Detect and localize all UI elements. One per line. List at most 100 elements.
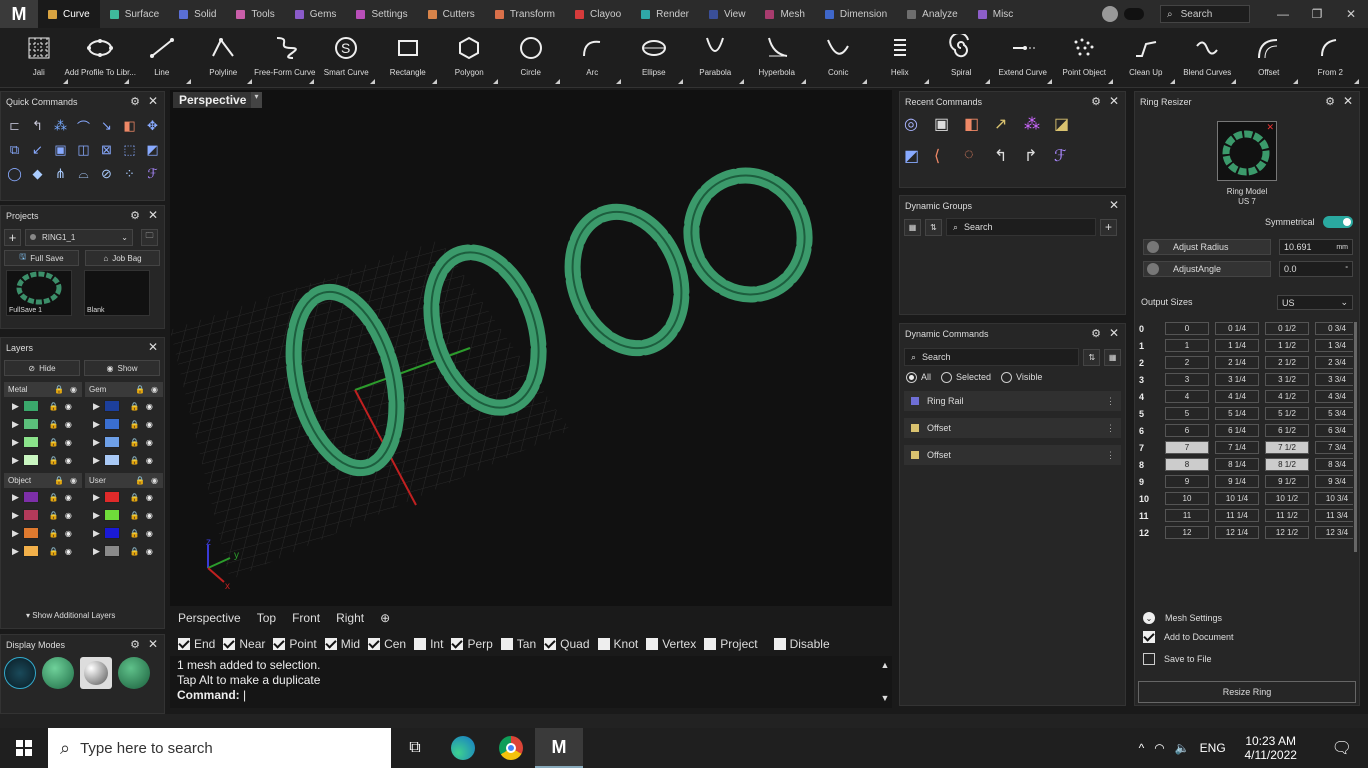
size-cell[interactable]: 11 3/4 [1315, 509, 1353, 522]
play-icon[interactable]: ▶ [12, 401, 19, 412]
more-icon[interactable]: ⋮ [1106, 450, 1115, 461]
user-avatar[interactable] [1102, 6, 1118, 22]
layer-row[interactable]: ▶ 🔒 ◉ [85, 397, 163, 415]
size-cell[interactable]: 0 [1165, 322, 1209, 335]
status-toggle[interactable] [1124, 8, 1144, 20]
dropdown-corner-icon[interactable] [1231, 79, 1236, 84]
resize-ring-button[interactable]: Resize Ring [1138, 681, 1356, 703]
size-cell[interactable]: 0 1/2 [1265, 322, 1309, 335]
layer-row[interactable]: ▶ 🔒 ◉ [85, 415, 163, 433]
snap-knot[interactable]: Knot [597, 637, 638, 651]
size-cell[interactable]: 9 [1165, 475, 1209, 488]
chevron-up-icon[interactable]: ▲ [881, 658, 890, 673]
dropdown-corner-icon[interactable] [1354, 79, 1359, 84]
sort-icon[interactable]: ⇅ [925, 218, 942, 236]
gear-icon[interactable]: ⚙ [1091, 95, 1101, 108]
dropdown-corner-icon[interactable] [1292, 79, 1298, 84]
eye-icon[interactable]: ◉ [146, 547, 153, 556]
volume-icon[interactable]: 🔈 [1175, 741, 1190, 755]
full-save-button[interactable]: 🖫 Full Save [4, 250, 79, 266]
chevron-down-icon[interactable]: ▾ [251, 92, 262, 108]
viewport-tab-top[interactable]: Top [249, 611, 284, 625]
mirror-cmd-icon[interactable]: ◧ [118, 114, 141, 138]
play-icon[interactable]: ▶ [12, 510, 19, 521]
chevron-up-icon[interactable]: ^ [1139, 741, 1145, 755]
curve-cmd-icon[interactable]: ↘ [95, 114, 118, 138]
size-cell[interactable]: 8 3/4 [1315, 458, 1353, 471]
clock[interactable]: 10:23 AM 4/11/2022 [1236, 734, 1306, 762]
layer-color-swatch[interactable] [103, 418, 120, 430]
eye-icon[interactable]: ◉ [65, 402, 72, 411]
sort-icon[interactable]: ⇅ [1083, 348, 1101, 366]
layer-group-header[interactable]: User 🔒 ◉ [85, 473, 163, 488]
radius-field[interactable]: 10.691 mm [1279, 239, 1353, 255]
ring-model-thumbnail[interactable]: ✕ [1217, 121, 1277, 181]
tool-parabola[interactable]: Parabola [685, 28, 747, 88]
size-cell[interactable]: 5 1/2 [1265, 407, 1309, 420]
tab-analyze[interactable]: Analyze [897, 0, 968, 28]
dropdown-corner-icon[interactable] [308, 79, 314, 84]
layer-color-swatch[interactable] [22, 454, 39, 466]
dropdown-corner-icon[interactable] [247, 79, 252, 84]
shaded-mode-icon[interactable] [42, 657, 74, 689]
lock-icon[interactable]: 🔒 [49, 547, 59, 556]
tool-helix[interactable]: Helix [869, 28, 931, 88]
layer-group-header[interactable]: Metal 🔒 ◉ [4, 382, 82, 397]
tab-solid[interactable]: Solid [169, 0, 226, 28]
size-cell[interactable]: 4 1/2 [1265, 390, 1309, 403]
tab-dimension[interactable]: Dimension [815, 0, 897, 28]
task-view-icon[interactable]: ⧉ [391, 739, 439, 757]
dynamic-command-item[interactable]: Offset ⋮ [904, 445, 1121, 466]
layer-color-swatch[interactable] [103, 545, 120, 557]
gear-icon[interactable]: ⚙ [130, 95, 140, 108]
size-cell[interactable]: 1 1/4 [1215, 339, 1259, 352]
eye-icon[interactable]: ◉ [146, 493, 153, 502]
size-grid-scroll[interactable]: 000 1/4 0 1/2 0 3/4 1 1 1 1/4 1 1/2 1 3/4 2 2 2 1/… [1135, 322, 1353, 606]
tab-gems[interactable]: Gems [285, 0, 347, 28]
rendered-mode-icon[interactable] [80, 657, 112, 689]
curve-icon[interactable]: ↗ [994, 114, 1024, 146]
close-icon[interactable]: ✕ [1109, 94, 1119, 108]
size-cell[interactable]: 1 3/4 [1315, 339, 1353, 352]
tool-smart-curve[interactable]: S Smart Curve [316, 28, 378, 88]
tool-clean-up[interactable]: Clean Up [1115, 28, 1177, 88]
lock-icon[interactable]: 🔒 [49, 402, 59, 411]
tool-free-form-curve[interactable]: Free-Form Curve [254, 28, 316, 88]
snap-point[interactable]: Point [273, 637, 317, 651]
dropdown-corner-icon[interactable] [862, 79, 867, 84]
layer-row[interactable]: ▶ 🔒 ◉ [4, 506, 82, 524]
size-cell[interactable]: 3 3/4 [1315, 373, 1353, 386]
lock-icon[interactable]: 🔒 [54, 385, 64, 394]
play-icon[interactable]: ▶ [93, 546, 100, 557]
filter-visible[interactable]: Visible [1001, 372, 1042, 384]
size-cell[interactable]: 10 [1165, 492, 1209, 505]
size-cell[interactable]: 11 [1165, 509, 1209, 522]
lock-icon[interactable]: 🔒 [49, 420, 59, 429]
size-cell[interactable]: 12 [1165, 526, 1209, 539]
size-cell[interactable]: 2 [1165, 356, 1209, 369]
wifi-icon[interactable]: ◠ [1154, 741, 1164, 755]
scale-cmd-icon[interactable]: ↙ [26, 138, 49, 162]
play-icon[interactable]: ▶ [93, 510, 100, 521]
gear-icon[interactable]: ⚙ [1091, 327, 1101, 340]
ring-icon[interactable]: ◎ [904, 114, 934, 146]
taskbar-search[interactable]: ⌕ Type here to search [48, 728, 391, 768]
console-scrollbar[interactable]: ▲ ▼ [878, 658, 892, 706]
size-cell[interactable]: 1 1/2 [1265, 339, 1309, 352]
ghosted-mode-icon[interactable] [118, 657, 150, 689]
layer-row[interactable]: ▶ 🔒 ◉ [85, 488, 163, 506]
ribbon-search[interactable]: ⌕ Search [1160, 5, 1250, 23]
snap-vertex[interactable]: Vertex [646, 637, 696, 651]
size-cell[interactable]: 4 1/4 [1215, 390, 1259, 403]
layer-color-swatch[interactable] [22, 527, 39, 539]
arc-cmd-icon[interactable]: ⌒ [72, 114, 95, 138]
windows-start-icon[interactable] [0, 728, 48, 768]
eye-icon[interactable]: ◉ [65, 547, 72, 556]
close-icon[interactable]: ✕ [1109, 326, 1119, 340]
text-cmd-icon[interactable]: ℱ [141, 162, 164, 186]
folder-icon[interactable]: 🗀 [141, 228, 158, 246]
dropdown-corner-icon[interactable] [800, 79, 806, 84]
play-icon[interactable]: ▶ [12, 528, 19, 539]
dropdown-corner-icon[interactable] [62, 79, 68, 84]
eye-icon[interactable]: ◉ [146, 438, 153, 447]
